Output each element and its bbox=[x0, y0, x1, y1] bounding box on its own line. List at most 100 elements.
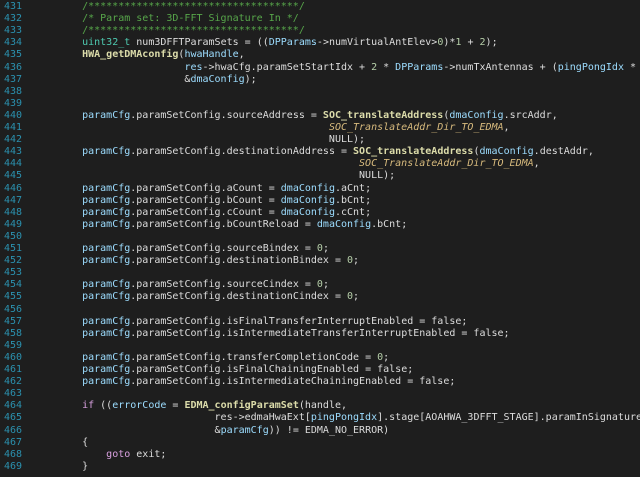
code-line[interactable]: 441 SOC_TranslateAddr_Dir_TO_EDMA, bbox=[0, 122, 640, 134]
code-line[interactable]: 433 /***********************************… bbox=[0, 25, 640, 37]
code-token: + bbox=[461, 37, 480, 49]
code-token: = bbox=[166, 400, 185, 412]
line-code: uint32_t num3DFFTParamSets = ((DPParams-… bbox=[58, 37, 498, 49]
line-number: 467 bbox=[4, 436, 23, 448]
line-code: paramCfg.paramSetConfig.bCount = dmaConf… bbox=[58, 195, 371, 207]
code-line[interactable]: 459 bbox=[0, 340, 640, 352]
line-number: 436 bbox=[4, 61, 23, 73]
line-number: 447 bbox=[4, 194, 23, 206]
code-token: dmaConfig bbox=[479, 146, 534, 158]
code-token: SOC_TranslateAddr_Dir_TO_EDMA bbox=[359, 158, 534, 170]
code-line[interactable]: 449 paramCfg.paramSetConfig.bCountReload… bbox=[0, 219, 640, 231]
code-token: .paramSetConfig.sourceBindex = bbox=[130, 243, 317, 254]
line-number: 431 bbox=[4, 1, 23, 12]
code-line[interactable]: 453 bbox=[0, 267, 640, 279]
code-token: .paramSetConfig.sourceAddress = bbox=[130, 109, 323, 121]
code-editor[interactable]: 431 /***********************************… bbox=[0, 0, 640, 477]
code-token: paramCfg bbox=[82, 327, 131, 339]
code-line[interactable]: 431 /***********************************… bbox=[0, 1, 640, 13]
line-number: 449 bbox=[4, 218, 23, 230]
code-line[interactable]: 435 HWA_getDMAconfig(hwaHandle, bbox=[0, 49, 640, 61]
line-code: SOC_TranslateAddr_Dir_TO_EDMA, bbox=[58, 158, 540, 170]
code-line[interactable]: 448 paramCfg.paramSetConfig.cCount = dma… bbox=[0, 207, 640, 219]
code-line[interactable]: 465 res->edmaHwaExt[pingPongIdx].stage[A… bbox=[0, 412, 640, 424]
code-line[interactable]: 446 paramCfg.paramSetConfig.aCount = dma… bbox=[0, 183, 640, 195]
line-code: &dmaConfig); bbox=[58, 73, 256, 86]
code-line[interactable]: 454 paramCfg.paramSetConfig.sourceCindex… bbox=[0, 279, 640, 291]
code-line[interactable]: 468 goto exit; bbox=[0, 449, 640, 461]
line-number: 468 bbox=[4, 448, 23, 460]
code-token: )) != EDMA_NO_ERROR) bbox=[268, 424, 390, 436]
line-number: 456 bbox=[4, 303, 23, 315]
code-token: .paramSetConfig.isIntermediateChainingEn… bbox=[130, 376, 456, 388]
code-line[interactable]: 445 NULL); bbox=[0, 170, 640, 182]
line-number: 440 bbox=[4, 109, 23, 121]
code-line[interactable]: 439 bbox=[0, 98, 640, 110]
code-line[interactable]: 437 &dmaConfig); bbox=[0, 74, 640, 86]
line-number: 450 bbox=[4, 230, 23, 242]
code-line[interactable]: 461 paramCfg.paramSetConfig.isFinalChain… bbox=[0, 364, 640, 376]
code-token: SOC_translateAddress bbox=[322, 109, 444, 121]
code-line[interactable]: 458 paramCfg.paramSetConfig.isIntermedia… bbox=[0, 328, 640, 340]
line-number: 464 bbox=[4, 400, 23, 412]
line-code: &paramCfg)) != EDMA_NO_ERROR) bbox=[58, 424, 390, 437]
code-token: .paramSetConfig.bCount = bbox=[130, 194, 281, 206]
code-line[interactable]: 438 bbox=[0, 86, 640, 98]
code-token: (handle, bbox=[298, 400, 348, 412]
line-number: 457 bbox=[4, 315, 23, 327]
code-token: dmaConfig bbox=[190, 73, 245, 85]
code-token: goto bbox=[106, 448, 131, 460]
code-line[interactable]: 469 } bbox=[0, 461, 640, 473]
code-line[interactable]: 436 res->hwaCfg.paramSetStartIdx + 2 * D… bbox=[0, 62, 640, 74]
code-line[interactable]: 467 { bbox=[0, 437, 640, 449]
code-token: dmaConfig bbox=[316, 218, 372, 230]
code-line[interactable]: 456 bbox=[0, 304, 640, 316]
code-token: paramCfg bbox=[82, 243, 131, 254]
code-line[interactable]: 466 &paramCfg)) != EDMA_NO_ERROR) bbox=[0, 425, 640, 437]
code-line[interactable]: 462 paramCfg.paramSetConfig.isIntermedia… bbox=[0, 376, 640, 388]
code-token: , bbox=[503, 122, 510, 133]
code-line[interactable]: 442 NULL); bbox=[0, 134, 640, 146]
code-line[interactable]: 452 paramCfg.paramSetConfig.destinationB… bbox=[0, 255, 640, 267]
line-number: 454 bbox=[4, 279, 23, 291]
code-token: & bbox=[58, 424, 221, 436]
code-token: , bbox=[533, 158, 540, 170]
code-token: errorCode bbox=[112, 400, 167, 412]
code-token: paramCfg bbox=[82, 206, 131, 218]
code-token: paramCfg bbox=[220, 424, 269, 436]
code-token: ; bbox=[353, 255, 360, 267]
code-token: .paramSetConfig.isIntermediateTransferIn… bbox=[130, 327, 510, 339]
line-code: NULL); bbox=[58, 170, 395, 182]
code-line[interactable]: 440 paramCfg.paramSetConfig.sourceAddres… bbox=[0, 110, 640, 122]
code-line[interactable]: 444 SOC_TranslateAddr_Dir_TO_EDMA, bbox=[0, 158, 640, 170]
code-line[interactable]: 451 paramCfg.paramSetConfig.sourceBindex… bbox=[0, 243, 640, 255]
code-token: .paramSetConfig.cCount = bbox=[130, 206, 281, 218]
code-line[interactable]: 447 paramCfg.paramSetConfig.bCount = dma… bbox=[0, 195, 640, 207]
code-line[interactable]: 443 paramCfg.paramSetConfig.destinationA… bbox=[0, 146, 640, 158]
code-line[interactable]: 464 if ((errorCode = EDMA_configParamSet… bbox=[0, 400, 640, 412]
code-token: .paramSetConfig.destinationAddress = bbox=[130, 146, 354, 158]
code-line[interactable]: 457 paramCfg.paramSetConfig.isFinalTrans… bbox=[0, 316, 640, 328]
line-code: paramCfg.paramSetConfig.destinationCinde… bbox=[58, 291, 359, 303]
code-line[interactable]: 463 bbox=[0, 388, 640, 400]
code-line[interactable]: 450 bbox=[0, 231, 640, 243]
line-code: res->edmaHwaExt[pingPongIdx].stage[AOAHW… bbox=[58, 412, 640, 424]
code-token: .paramSetConfig.aCount = bbox=[130, 182, 281, 194]
code-line[interactable]: 460 paramCfg.paramSetConfig.transferComp… bbox=[0, 352, 640, 364]
code-token: num3DFFTParamSets = (( bbox=[130, 37, 269, 49]
code-line[interactable]: 434 uint32_t num3DFFTParamSets = ((DPPar… bbox=[0, 37, 640, 49]
code-line[interactable]: 455 paramCfg.paramSetConfig.destinationC… bbox=[0, 291, 640, 303]
code-token: pingPongIdx bbox=[557, 61, 624, 73]
code-line[interactable]: 432 /* Param set: 3D-FFT Signature In */ bbox=[0, 13, 640, 25]
line-code: SOC_TranslateAddr_Dir_TO_EDMA, bbox=[58, 122, 510, 134]
code-token: )* bbox=[443, 37, 456, 49]
